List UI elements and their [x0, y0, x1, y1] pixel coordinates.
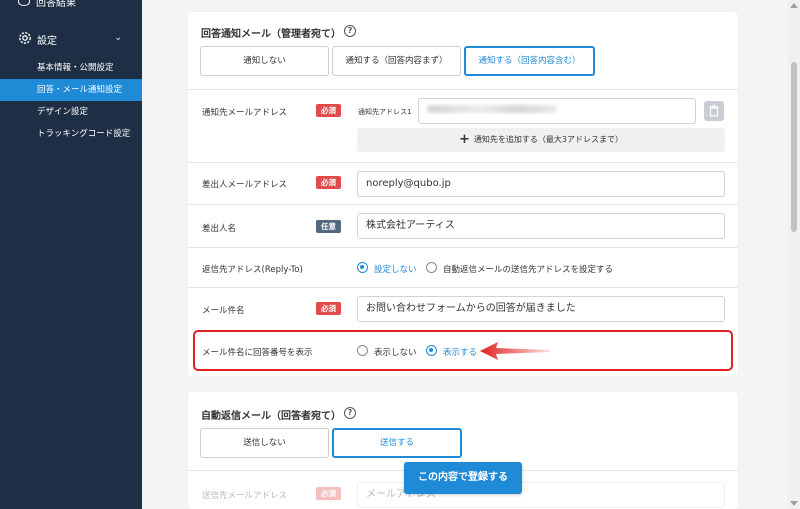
- option-send[interactable]: 送信する: [332, 428, 462, 458]
- required-badge: 必須: [316, 176, 341, 189]
- sidebar-item-tracking[interactable]: トラッキングコード設定: [0, 123, 142, 145]
- sender-name-label: 差出人名: [202, 224, 237, 234]
- divider: [188, 89, 738, 90]
- database-icon: [18, 0, 30, 6]
- show-number-off-label[interactable]: 表示しない: [374, 346, 417, 358]
- divider: [188, 162, 738, 163]
- section-title: 回答通知メール（管理者宛て）: [201, 29, 341, 40]
- show-number-label: メール件名に回答番号を表示: [202, 348, 313, 358]
- reply-to-none-radio[interactable]: [357, 262, 368, 273]
- sidebar: 回答結果 設定 ⌄ 基本情報・公開設定 回答・メール通知設定 デザイン設定 トラ…: [0, 0, 142, 509]
- required-badge: 必須: [316, 104, 341, 117]
- gear-icon: [19, 32, 31, 44]
- blurred-email: [427, 105, 557, 113]
- option-no-notify[interactable]: 通知しない: [200, 46, 329, 76]
- sidebar-item-label: 設定: [37, 36, 57, 47]
- reply-to-label: 返信先アドレス(Reply-To): [202, 265, 303, 275]
- sidebar-item-settings[interactable]: 設定 ⌄: [0, 27, 142, 51]
- scrollbar-thumb[interactable]: [791, 62, 797, 232]
- delete-recipient-button[interactable]: [704, 101, 724, 121]
- reply-to-none-label[interactable]: 設定しない: [374, 263, 417, 275]
- reply-to-auto-label[interactable]: 自動返信メールの送信先アドレスを設定する: [443, 263, 613, 275]
- sidebar-item-design[interactable]: デザイン設定: [0, 101, 142, 123]
- scrollbar[interactable]: [788, 0, 800, 509]
- option-notify-with-content[interactable]: 通知する（回答内容含む）: [464, 46, 595, 76]
- scroll-up-icon[interactable]: [790, 3, 798, 8]
- red-arrow-icon: [480, 342, 550, 360]
- reply-to-auto-radio[interactable]: [426, 262, 437, 273]
- sender-name-input[interactable]: 株式会社アーティス: [357, 213, 725, 239]
- add-recipient-button[interactable]: + 通知先を追加する（最大3アドレスまで）: [357, 128, 725, 152]
- sidebar-item-label: 回答結果: [36, 0, 76, 9]
- divider: [188, 247, 738, 248]
- required-badge: 必須: [316, 302, 341, 315]
- option-notify-without-content[interactable]: 通知する（回答内容まず）: [332, 46, 461, 76]
- scroll-down-icon[interactable]: [790, 501, 798, 506]
- help-icon[interactable]: ?: [344, 25, 356, 37]
- sidebar-item-basic-info[interactable]: 基本情報・公開設定: [0, 57, 142, 79]
- plus-icon: +: [459, 132, 470, 147]
- recipient-sub-label: 通知先アドレス1: [358, 108, 412, 116]
- show-number-on-label[interactable]: 表示する: [443, 346, 477, 358]
- sender-email-input[interactable]: noreply@qubo.jp: [357, 171, 725, 197]
- sidebar-item-results[interactable]: 回答結果: [0, 0, 142, 10]
- sender-email-label: 差出人メールアドレス: [202, 180, 288, 190]
- show-number-on-radio[interactable]: [426, 345, 437, 356]
- option-no-send[interactable]: 送信しない: [200, 428, 329, 458]
- add-recipient-label: 通知先を追加する（最大3アドレスまで）: [473, 135, 623, 144]
- optional-badge: 任意: [316, 220, 341, 233]
- subject-label: メール件名: [202, 306, 245, 316]
- section-title: 自動返信メール（回答者宛て）: [201, 411, 341, 422]
- divider: [188, 287, 738, 288]
- subject-input[interactable]: お問い合わせフォームからの回答が届きました: [357, 296, 725, 322]
- auto-reply-recipient-label: 送信先メールアドレス: [202, 491, 288, 501]
- required-badge: 必須: [316, 487, 341, 500]
- show-number-off-radio[interactable]: [357, 345, 368, 356]
- divider: [188, 204, 738, 205]
- trash-icon: [709, 104, 719, 117]
- chevron-down-icon: ⌄: [114, 32, 123, 43]
- submit-button[interactable]: この内容で登録する: [404, 462, 522, 494]
- sidebar-item-mail-settings[interactable]: 回答・メール通知設定: [0, 79, 142, 101]
- help-icon[interactable]: ?: [344, 407, 356, 419]
- recipient-label: 通知先メールアドレス: [202, 108, 288, 118]
